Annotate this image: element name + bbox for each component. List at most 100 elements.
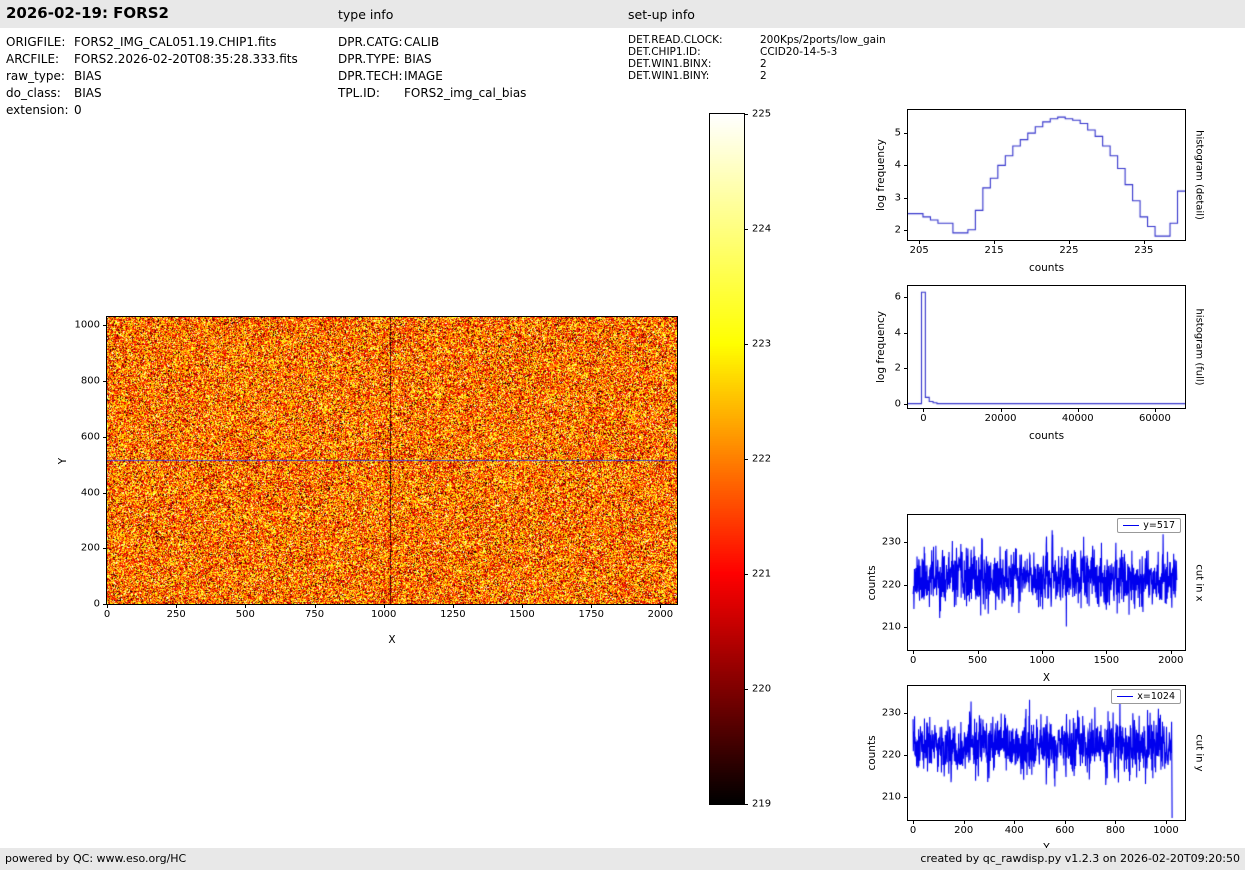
colorbar-tick-mark	[744, 689, 748, 690]
colorbar-tick-label: 219	[752, 798, 772, 810]
y-axis-label: counts	[866, 735, 878, 771]
y-tick-label: 5	[894, 127, 901, 139]
x-tick-label: 1750	[578, 609, 604, 620]
x-axis-label: X	[388, 634, 396, 646]
setup-info-heading: set-up info	[628, 7, 695, 22]
x-tick-mark	[176, 604, 178, 608]
bias-image-plot: 0 250 500 750 1000 1250 1500 1750 2000 0 200 400 600…	[57, 316, 678, 646]
y-tick-label: 2	[894, 362, 901, 374]
x-tick-mark	[963, 820, 965, 824]
y-tick-mark	[103, 381, 107, 383]
y-tick-mark	[904, 584, 908, 586]
info-row: DPR.TECH: IMAGE	[338, 68, 526, 85]
x-axis-label: counts	[1028, 430, 1065, 442]
x-tick-mark	[1000, 408, 1002, 412]
y-axis-label: log frequency	[875, 310, 887, 384]
x-tick-mark	[913, 820, 915, 824]
page-title: 2026-02-19: FORS2	[6, 4, 169, 22]
footer-bar: powered by QC: www.eso.org/HC created by…	[0, 848, 1245, 870]
x-tick-mark	[1014, 820, 1016, 824]
x-tick-mark	[1041, 650, 1043, 654]
y-tick-label: 4	[894, 159, 901, 171]
x-tick-mark	[919, 240, 921, 244]
colorbar-tick-mark	[744, 114, 748, 115]
y-tick-label: 3	[894, 192, 901, 204]
info-row: DET.CHIP1.ID: CCID20-14-5-3	[628, 46, 886, 58]
info-value: CALIB	[404, 35, 440, 49]
info-value: FORS2.2026-02-20T08:35:28.333.fits	[74, 52, 298, 66]
x-tick-label: 1000	[1029, 655, 1055, 666]
colorbar-canvas	[710, 114, 744, 804]
hist-detail-canvas	[908, 110, 1185, 240]
x-tick-mark	[994, 240, 996, 244]
x-tick-mark	[1077, 408, 1079, 412]
info-row: DET.READ.CLOCK: 200Kps/2ports/low_gain	[628, 34, 886, 46]
info-row: DET.WIN1.BINY: 2	[628, 70, 886, 82]
colorbar-tick-mark	[744, 459, 748, 460]
y-tick-label: 2	[894, 224, 901, 236]
y-tick-label: 210	[881, 621, 901, 633]
colorbar-tick-label: 222	[752, 453, 772, 465]
type-info-heading: type info	[338, 7, 394, 22]
y-tick-mark	[904, 713, 908, 715]
y-tick-mark	[904, 368, 908, 370]
header-bar: 2026-02-19: FORS2 type info set-up info	[0, 0, 1245, 28]
x-tick-label: 205	[909, 245, 929, 256]
hist-full-canvas	[908, 286, 1185, 408]
legend: y=517	[1117, 518, 1181, 533]
info-value: 2	[760, 70, 767, 82]
info-label: TPL.ID:	[338, 86, 380, 100]
info-row: DPR.TYPE: BIAS	[338, 51, 526, 68]
x-tick-mark	[923, 408, 925, 412]
colorbar-plot: 219 220 221 222 223 224 225	[709, 109, 771, 810]
info-value: BIAS	[404, 52, 432, 66]
y-tick-mark	[904, 796, 908, 798]
y-tick-label: 400	[80, 487, 100, 499]
x-tick-label: 235	[1134, 245, 1154, 256]
y-tick-label: 230	[881, 707, 901, 719]
x-tick-mark	[977, 650, 979, 654]
x-tick-mark	[1068, 240, 1070, 244]
x-tick-label: 40000	[1061, 413, 1094, 424]
info-value: BIAS	[74, 86, 102, 100]
x-tick-mark	[522, 604, 524, 608]
info-row: extension: 0	[6, 102, 298, 119]
x-tick-mark	[1154, 408, 1156, 412]
info-label: DPR.TYPE:	[338, 52, 400, 66]
info-label: DPR.CATG:	[338, 35, 403, 49]
legend-label: x=1024	[1137, 691, 1175, 702]
x-tick-mark	[452, 604, 454, 608]
x-tick-mark	[1064, 820, 1066, 824]
colorbar-tick-label: 224	[752, 223, 772, 235]
info-label: do_class:	[6, 86, 61, 100]
x-tick-mark	[913, 650, 915, 654]
x-tick-label: 1500	[1093, 655, 1120, 666]
bias-image-canvas	[107, 317, 677, 604]
y-tick-mark	[904, 133, 908, 135]
colorbar-tick-mark	[744, 804, 748, 805]
footer-right-text: created by qc_rawdisp.py v1.2.3 on 2026-…	[920, 852, 1240, 865]
y-tick-label: 230	[881, 536, 901, 548]
x-tick-label: 2000	[1158, 655, 1184, 666]
info-label: ORIGFILE:	[6, 35, 66, 49]
info-row: do_class: BIAS	[6, 85, 298, 102]
x-tick-label: 250	[166, 609, 186, 620]
info-row: ARCFILE: FORS2.2026-02-20T08:35:28.333.fi…	[6, 51, 298, 68]
info-value: 2	[760, 58, 767, 70]
x-tick-label: 215	[984, 245, 1004, 256]
y-tick-label: 4	[894, 327, 901, 339]
y-tick-mark	[904, 297, 908, 299]
x-tick-mark	[660, 604, 662, 608]
cut-y-canvas	[908, 686, 1185, 820]
x-tick-label: 0	[909, 655, 917, 666]
x-tick-label: 750	[304, 609, 325, 620]
y-tick-label: 600	[80, 431, 100, 443]
x-tick-mark	[383, 604, 385, 608]
y-tick-label: 210	[881, 791, 901, 803]
x-tick-label: 600	[1055, 825, 1075, 836]
y-axis-label: counts	[866, 564, 878, 601]
y-axis-label: Y	[57, 457, 69, 464]
info-label: extension:	[6, 103, 69, 117]
info-label: DET.WIN1.BINX:	[628, 58, 712, 70]
footer-left-text: powered by QC: www.eso.org/HC	[5, 852, 187, 865]
